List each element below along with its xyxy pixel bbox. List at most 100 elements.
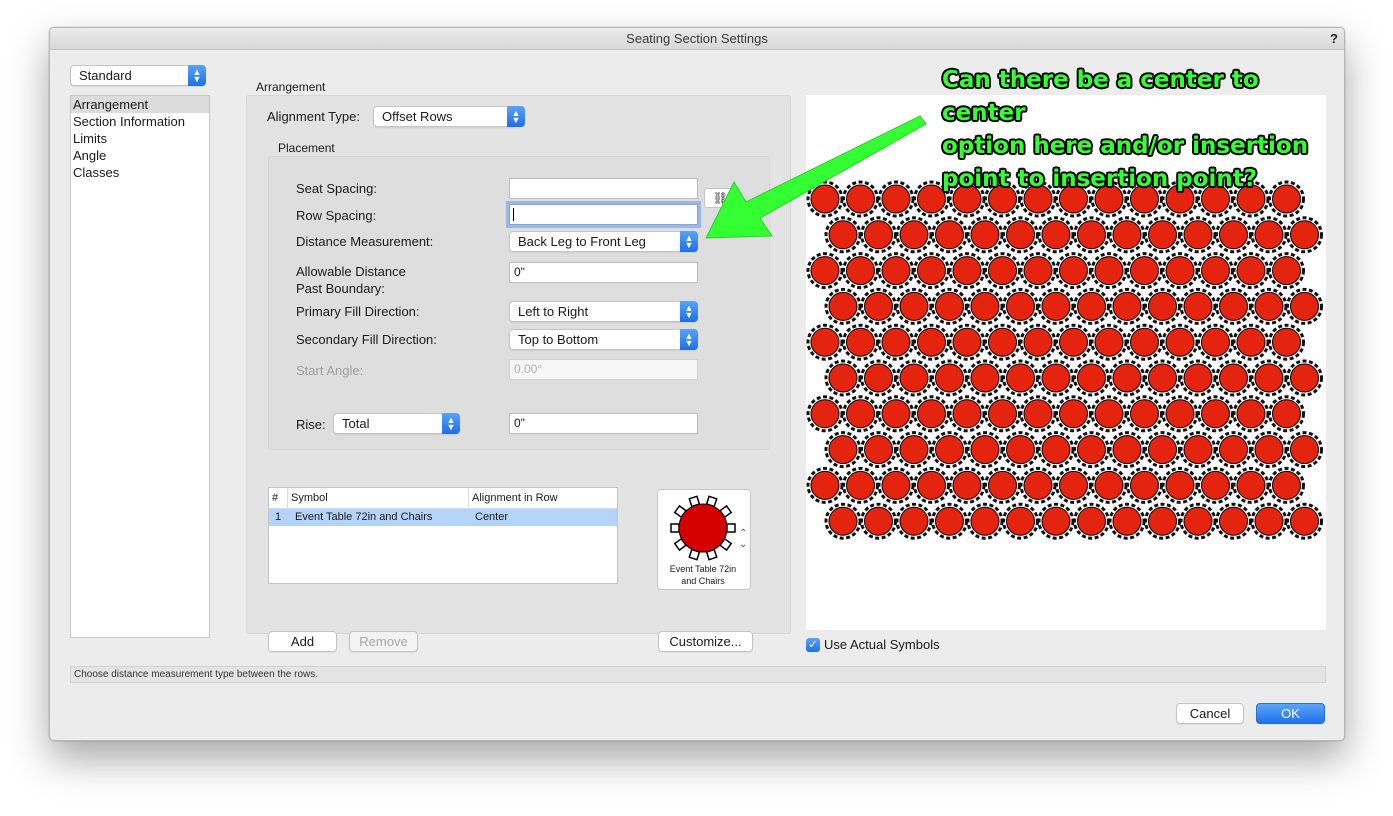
category-sidebar: Arrangement Section Information Limits A…	[70, 95, 210, 638]
seat-table-mark	[1055, 252, 1092, 290]
arrangement-heading: Arrangement	[256, 80, 326, 94]
use-actual-symbols-checkbox[interactable]: ✓	[806, 638, 820, 652]
symbol-caption: Event Table 72in and Chairs	[658, 563, 748, 587]
seat-spacing-input[interactable]	[509, 178, 698, 199]
seat-table-mark	[984, 252, 1021, 290]
sidebar-item-limits[interactable]: Limits	[71, 130, 209, 147]
seat-table-mark	[1179, 502, 1217, 540]
seat-table-mark	[1108, 216, 1146, 254]
seat-table-mark	[877, 395, 915, 433]
rise-type-popup[interactable]: Total ▲ ▼	[333, 413, 460, 434]
seat-table-mark	[948, 466, 986, 504]
seat-table-mark	[842, 395, 879, 433]
row-number: 1	[275, 511, 282, 523]
symbols-table[interactable]: # Symbol Alignment in Row 1 Event Table …	[268, 487, 618, 584]
sidebar-item-section-information[interactable]: Section Information	[71, 113, 209, 130]
seat-table-mark	[1215, 216, 1252, 254]
seat-table-mark	[806, 323, 844, 361]
seat-table-mark	[1108, 502, 1146, 540]
distance-measurement-value: Back Leg to Front Leg	[518, 234, 646, 249]
seat-table-mark	[1126, 252, 1163, 290]
seat-table-mark	[913, 252, 950, 290]
seat-table-mark	[948, 395, 986, 433]
chevron-updown-icon: ▲ ▼	[680, 301, 698, 322]
seat-table-mark	[1286, 359, 1323, 397]
allowable-distance-label: Allowable Distance Past Boundary:	[296, 263, 406, 297]
rise-type-value: Total	[342, 416, 370, 431]
help-button[interactable]: ?	[1330, 28, 1338, 50]
use-actual-symbols-label: Use Actual Symbols	[824, 637, 940, 652]
add-button[interactable]: Add	[268, 631, 337, 652]
seat-table-mark	[1002, 502, 1039, 540]
row-symbol: Event Table 72in and Chairs	[295, 511, 433, 523]
sidebar-item-arrangement[interactable]: Arrangement	[71, 96, 209, 113]
seat-table-mark	[1073, 502, 1110, 540]
alignment-type-label: Alignment Type:	[267, 109, 360, 124]
column-header-symbol[interactable]: Symbol	[288, 488, 469, 508]
seat-table-mark	[1073, 431, 1110, 469]
secondary-fill-popup[interactable]: Top to Bottom ▲ ▼	[509, 329, 698, 350]
chevron-updown-icon: ▲ ▼	[188, 65, 206, 86]
customize-button[interactable]: Customize...	[658, 631, 753, 652]
column-header-alignment[interactable]: Alignment in Row	[469, 488, 619, 508]
primary-fill-popup[interactable]: Left to Right ▲ ▼	[509, 301, 698, 322]
seat-table-mark	[1002, 359, 1039, 397]
primary-fill-value: Left to Right	[518, 304, 589, 319]
seat-table-mark	[860, 431, 897, 469]
seat-table-mark	[842, 323, 879, 361]
annotation-line1: Can there be a center to center	[942, 67, 1259, 126]
seat-table-mark	[966, 431, 1004, 469]
seat-table-mark	[1250, 502, 1288, 540]
seat-table-mark	[1144, 502, 1181, 540]
seat-table-mark	[1002, 216, 1039, 254]
seat-table-mark	[1019, 466, 1057, 504]
alignment-type-popup[interactable]: Offset Rows ▲ ▼	[373, 106, 525, 127]
seat-table-mark	[1232, 466, 1270, 504]
seat-table-mark	[1002, 431, 1039, 469]
seat-table-mark	[984, 395, 1021, 433]
seat-table-mark	[895, 287, 933, 325]
seat-table-mark	[1108, 359, 1146, 397]
seat-table-mark	[1197, 323, 1234, 361]
status-text: Choose distance measurement type between…	[74, 669, 319, 680]
seat-table-mark	[1073, 359, 1110, 397]
seat-table-mark	[895, 431, 933, 469]
seat-table-mark	[1019, 252, 1057, 290]
column-header-number[interactable]: #	[269, 488, 288, 508]
seat-spacing-label: Seat Spacing:	[296, 181, 377, 196]
sidebar-item-angle[interactable]: Angle	[71, 147, 209, 164]
seat-table-mark	[1002, 287, 1039, 325]
symbol-preview[interactable]: ⌃ ⌄ Event Table 72in and Chairs	[657, 489, 751, 590]
seat-table-mark	[1126, 466, 1163, 504]
seat-table-mark	[824, 502, 862, 540]
remove-button: Remove	[349, 631, 418, 652]
distance-measurement-popup[interactable]: Back Leg to Front Leg ▲ ▼	[509, 231, 698, 252]
seat-table-mark	[913, 466, 950, 504]
chevron-updown-icon: ▲ ▼	[442, 413, 460, 434]
row-spacing-input[interactable]	[509, 204, 698, 225]
seat-table-mark	[1250, 431, 1288, 469]
seat-table-mark	[806, 466, 844, 504]
seat-table-mark	[842, 466, 879, 504]
start-angle-input: 0.00°	[509, 359, 698, 380]
preset-popup[interactable]: Standard ▲ ▼	[70, 65, 206, 86]
seat-table-mark	[1055, 466, 1092, 504]
seat-table-mark	[1286, 502, 1323, 540]
seat-table-mark	[931, 216, 968, 254]
seat-table-mark	[842, 252, 879, 290]
seat-table-mark	[1197, 395, 1234, 433]
text-caret	[513, 208, 514, 221]
allowable-distance-input[interactable]: 0"	[509, 262, 698, 283]
seat-table-mark	[1126, 395, 1163, 433]
sidebar-item-classes[interactable]: Classes	[71, 164, 209, 181]
chair-mark	[726, 523, 736, 533]
symbol-chevron-icon[interactable]: ⌃ ⌄	[739, 528, 747, 550]
seat-table-mark	[1144, 359, 1181, 397]
seat-table-mark	[1179, 359, 1217, 397]
rise-input[interactable]: 0"	[509, 413, 698, 434]
cancel-button[interactable]: Cancel	[1176, 703, 1244, 724]
title-bar: Seating Section Settings ?	[50, 28, 1344, 50]
seat-table-mark	[895, 502, 933, 540]
ok-button[interactable]: OK	[1256, 703, 1325, 724]
seat-table-mark	[806, 395, 844, 433]
